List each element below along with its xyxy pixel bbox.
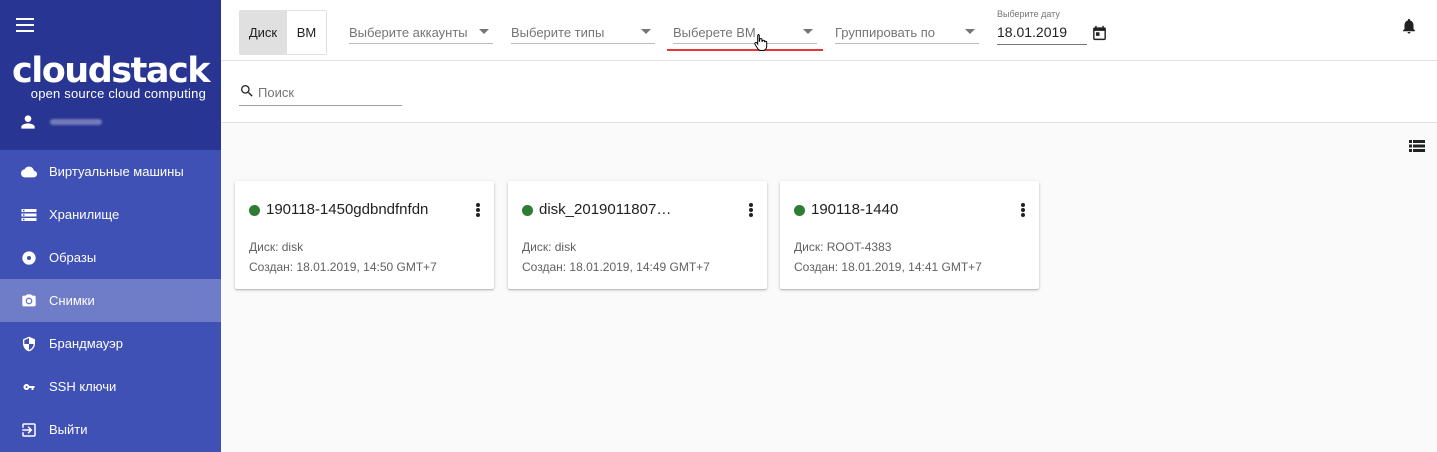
- sidebar-item-label: Снимки: [49, 293, 95, 308]
- dropdown-arrow-icon: [965, 29, 975, 34]
- snapshot-card[interactable]: 190118-1450gdbndfnfdn Диск: disk Создан:…: [235, 181, 494, 289]
- more-vert-icon[interactable]: [1019, 201, 1027, 219]
- shield-icon: [20, 335, 38, 353]
- snapshot-title: 190118-1440: [811, 201, 899, 218]
- status-dot: [522, 205, 533, 216]
- filter-toolbar: Диск ВМ Выберите аккаунты Выберите типы …: [221, 0, 1437, 61]
- date-field-value: 18.01.2019: [997, 24, 1068, 40]
- status-dot: [249, 205, 260, 216]
- types-select[interactable]: Выберите типы: [511, 20, 655, 44]
- mode-toggle: Диск ВМ: [239, 10, 327, 55]
- disc-icon: [20, 249, 38, 267]
- vm-select[interactable]: Выберете ВМ: [673, 20, 817, 44]
- hand-cursor-icon: [754, 34, 768, 51]
- sidebar-item-ssh-keys[interactable]: SSH ключи: [0, 365, 221, 408]
- more-vert-icon[interactable]: [747, 201, 755, 219]
- date-field[interactable]: Выберите дату 18.01.2019: [997, 6, 1087, 45]
- camera-icon: [20, 292, 38, 310]
- key-icon: [20, 378, 38, 396]
- snapshot-title: 190118-1450gdbndfnfdn: [266, 201, 429, 218]
- group-by-select[interactable]: Группировать по: [835, 20, 979, 44]
- snapshot-disk: Диск: disk: [522, 240, 577, 254]
- toggle-disk-button[interactable]: Диск: [240, 11, 286, 54]
- logo-tagline: open source cloud computing: [30, 86, 206, 101]
- snapshot-disk: Диск: ROOT-4383: [794, 240, 892, 254]
- snapshot-created: Создан: 18.01.2019, 14:49 GMT+7: [522, 260, 710, 274]
- sidebar-item-label: Выйти: [49, 422, 88, 437]
- sidebar-item-vms[interactable]: Виртуальные машины: [0, 150, 221, 193]
- notifications-bell-icon[interactable]: [1400, 16, 1418, 36]
- sidebar-item-label: Виртуальные машины: [49, 164, 184, 179]
- sidebar-item-label: Образы: [49, 250, 97, 265]
- user-name-blurred: [50, 119, 102, 125]
- sidebar-header: cloudstack open source cloud computing: [0, 0, 221, 150]
- sidebar: cloudstack open source cloud computing В…: [0, 0, 221, 452]
- calendar-icon[interactable]: [1091, 24, 1108, 42]
- menu-icon[interactable]: [16, 18, 34, 36]
- vm-select-label: Выберете ВМ: [673, 25, 756, 40]
- sidebar-item-firewall[interactable]: Брандмауэр: [0, 322, 221, 365]
- sidebar-item-storage[interactable]: Хранилище: [0, 193, 221, 236]
- storage-icon: [20, 206, 38, 224]
- search-icon: [241, 85, 253, 97]
- search-field: [239, 81, 402, 106]
- cloud-icon: [20, 163, 38, 181]
- sidebar-item-logout[interactable]: Выйти: [0, 408, 221, 451]
- snapshot-card[interactable]: disk_2019011807… Диск: disk Создан: 18.0…: [508, 181, 767, 289]
- accounts-select[interactable]: Выберите аккаунты: [349, 20, 493, 44]
- list-view-icon[interactable]: [1409, 139, 1425, 153]
- group-by-select-label: Группировать по: [835, 25, 936, 40]
- snapshot-created: Создан: 18.01.2019, 14:41 GMT+7: [794, 260, 982, 274]
- dropdown-arrow-icon: [803, 29, 813, 34]
- sidebar-item-label: Брандмауэр: [49, 336, 123, 351]
- search-input[interactable]: [258, 82, 398, 102]
- user-info[interactable]: [20, 114, 102, 130]
- person-icon: [21, 115, 35, 129]
- sidebar-item-images[interactable]: Образы: [0, 236, 221, 279]
- snapshot-created: Создан: 18.01.2019, 14:50 GMT+7: [249, 260, 437, 274]
- snapshot-disk: Диск: disk: [249, 240, 304, 254]
- search-bar: [221, 61, 1437, 123]
- vm-select-focus-underline: [667, 49, 823, 51]
- status-dot: [794, 205, 805, 216]
- more-vert-icon[interactable]: [474, 201, 482, 219]
- sidebar-item-label: SSH ключи: [49, 379, 117, 394]
- types-select-label: Выберите типы: [511, 25, 605, 40]
- snapshot-card[interactable]: 190118-1440 Диск: ROOT-4383 Создан: 18.0…: [780, 181, 1039, 289]
- sidebar-item-label: Хранилище: [49, 207, 120, 222]
- sidebar-item-snapshots[interactable]: Снимки: [0, 279, 221, 322]
- dropdown-arrow-icon: [479, 29, 489, 34]
- accounts-select-label: Выберите аккаунты: [349, 25, 468, 40]
- date-field-caption: Выберите дату: [997, 9, 1060, 19]
- dropdown-arrow-icon: [641, 29, 651, 34]
- logo-text: cloudstack: [12, 51, 210, 91]
- logo: cloudstack open source cloud computing: [12, 51, 210, 101]
- toggle-vm-button[interactable]: ВМ: [286, 11, 326, 54]
- snapshot-title: disk_2019011807…: [539, 201, 672, 218]
- logout-icon: [20, 421, 38, 439]
